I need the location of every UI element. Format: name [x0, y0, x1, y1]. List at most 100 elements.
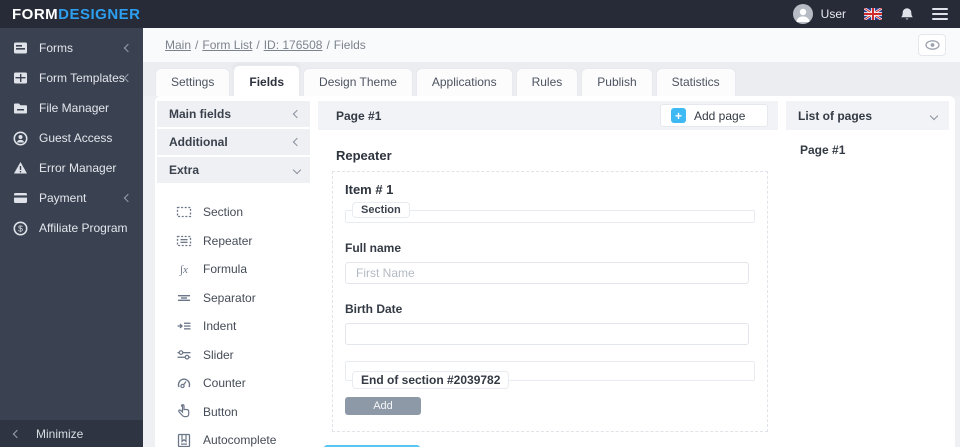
- field-type-label: Repeater: [203, 233, 253, 248]
- preview-form-button[interactable]: [918, 34, 946, 56]
- breadcrumb: Main / Form List / ID: 176508/Fields: [165, 38, 366, 52]
- list-of-pages-header[interactable]: List of pages: [786, 101, 949, 130]
- tab-settings[interactable]: Settings: [155, 68, 231, 96]
- pages-panel: List of pages Page #1: [786, 101, 949, 447]
- field-type-label: Counter: [203, 376, 246, 391]
- field-type-section[interactable]: Section: [175, 198, 310, 227]
- app-logo[interactable]: FORMDESIGNER: [12, 6, 141, 23]
- breadcrumb-link-form-id[interactable]: ID: 176508: [264, 38, 323, 52]
- form-preview: Repeater Item # 1 Section Full name Birt…: [318, 130, 778, 447]
- tab-publish[interactable]: Publish: [581, 68, 653, 96]
- group-additional[interactable]: Additional: [157, 129, 310, 155]
- breadcrumb-separator: /: [195, 38, 199, 52]
- sidebar-item-guest-access[interactable]: Guest Access: [0, 123, 143, 153]
- field-type-slider[interactable]: Slider: [175, 341, 310, 370]
- field-type-label: Autocomplete: [203, 433, 277, 447]
- tab-applications[interactable]: Applications: [415, 68, 513, 96]
- field-type-counter[interactable]: Counter: [175, 369, 310, 398]
- list-of-pages-label: List of pages: [798, 108, 873, 123]
- logo-text-primary: FORM: [12, 5, 59, 23]
- sidebar-item-label: File Manager: [39, 101, 110, 115]
- full-name-field: Full name: [345, 241, 755, 284]
- language-flag-icon[interactable]: [864, 8, 882, 20]
- user-name-label[interactable]: User: [821, 7, 846, 21]
- sidebar-item-label: Guest Access: [39, 131, 113, 145]
- tab-design-theme[interactable]: Design Theme: [303, 68, 413, 96]
- birth-date-input[interactable]: [345, 323, 749, 345]
- field-type-label: Indent: [203, 319, 237, 334]
- breadcrumb-link-main[interactable]: Main: [165, 38, 191, 52]
- breadcrumb-separator: /: [256, 38, 260, 52]
- birth-date-label: Birth Date: [345, 302, 403, 316]
- person-icon: [796, 8, 810, 22]
- svg-text:$: $: [18, 223, 23, 233]
- logo-text-accent: DESIGNER: [58, 5, 141, 23]
- formula-icon: ∫x: [175, 261, 192, 278]
- sidebar-item-payment[interactable]: Payment: [0, 183, 143, 213]
- breadcrumb-link-form-list[interactable]: Form List: [202, 38, 252, 52]
- tab-fields[interactable]: Fields: [233, 65, 301, 96]
- add-page-button[interactable]: + Add page: [660, 104, 768, 127]
- fields-editor-card: Main fields Additional Extra Section Rep…: [155, 96, 955, 447]
- sidebar-item-affiliate-program[interactable]: $ Affiliate Program: [0, 213, 143, 243]
- breadcrumb-separator: /: [326, 38, 330, 52]
- page-editor: Page #1 + Add page Repeater Item # 1 Sec…: [318, 101, 778, 447]
- sidebar-item-forms[interactable]: Forms: [0, 33, 143, 63]
- group-label: Main fields: [169, 107, 232, 121]
- affiliate-program-icon: $: [12, 220, 28, 236]
- repeater-add-button[interactable]: Add: [345, 397, 421, 415]
- field-type-label: Formula: [203, 262, 248, 277]
- breadcrumb-bar: Main / Form List / ID: 176508/Fields: [143, 28, 960, 62]
- sidebar-item-label: Forms: [39, 41, 73, 55]
- page-list-item[interactable]: Page #1: [800, 143, 935, 157]
- field-type-label: Slider: [203, 347, 234, 362]
- repeater-item-container[interactable]: Item # 1 Section Full name Birth Date: [332, 171, 768, 432]
- sidebar-minimize-button[interactable]: Minimize: [0, 420, 143, 447]
- file-manager-icon: [12, 100, 28, 116]
- chevron-left-icon: [12, 429, 22, 438]
- indent-icon: [175, 318, 192, 335]
- group-label: Extra: [169, 163, 200, 177]
- page-title: Page #1: [336, 108, 382, 123]
- group-main-fields[interactable]: Main fields: [157, 101, 310, 127]
- main-area: Main / Form List / ID: 176508/Fields Setting…: [143, 28, 960, 447]
- field-type-repeater[interactable]: Repeater: [175, 227, 310, 256]
- notifications-bell-icon[interactable]: [900, 7, 914, 22]
- payment-icon: [12, 190, 28, 206]
- user-avatar[interactable]: [792, 4, 813, 24]
- error-manager-icon: [12, 160, 28, 176]
- chevron-down-icon: [292, 165, 302, 175]
- group-extra[interactable]: Extra: [157, 157, 310, 183]
- tab-rules[interactable]: Rules: [515, 68, 579, 96]
- field-type-separator[interactable]: Separator: [175, 284, 310, 313]
- sidebar-item-file-manager[interactable]: File Manager: [0, 93, 143, 123]
- breadcrumb-current: Fields: [333, 38, 366, 52]
- autocomplete-icon: [175, 432, 192, 447]
- full-name-label: Full name: [345, 241, 402, 255]
- sidebar-item-error-manager[interactable]: Error Manager: [0, 153, 143, 183]
- first-name-input[interactable]: [345, 262, 749, 284]
- sidebar: Forms Form Templates File Manager Guest …: [0, 28, 143, 447]
- section-end-box[interactable]: End of section #2039782: [345, 361, 755, 389]
- extra-field-types-list: Section Repeater ∫x Formula Separator In…: [157, 185, 310, 447]
- menu-hamburger-icon[interactable]: [932, 8, 948, 20]
- form-tabs: Settings Fields Design Theme Application…: [143, 62, 960, 96]
- field-type-button[interactable]: Button: [175, 398, 310, 427]
- guest-access-icon: [12, 130, 28, 146]
- chevron-left-icon: [123, 73, 133, 83]
- section-start-box[interactable]: Section: [345, 202, 755, 223]
- tab-statistics[interactable]: Statistics: [655, 68, 736, 96]
- separator-icon: [175, 289, 192, 306]
- field-type-label: Button: [203, 404, 238, 419]
- forms-icon: [12, 40, 28, 56]
- svg-text:∫x: ∫x: [179, 264, 188, 276]
- field-type-autocomplete[interactable]: Autocomplete: [175, 426, 310, 447]
- repeater-widget-title[interactable]: Repeater: [336, 148, 768, 163]
- field-type-indent[interactable]: Indent: [175, 312, 310, 341]
- page-header-bar: Page #1 + Add page: [318, 101, 778, 130]
- chevron-left-icon: [292, 137, 302, 147]
- button-icon: [175, 403, 192, 420]
- field-type-label: Section: [203, 205, 244, 220]
- sidebar-item-form-templates[interactable]: Form Templates: [0, 63, 143, 93]
- field-type-formula[interactable]: ∫x Formula: [175, 255, 310, 284]
